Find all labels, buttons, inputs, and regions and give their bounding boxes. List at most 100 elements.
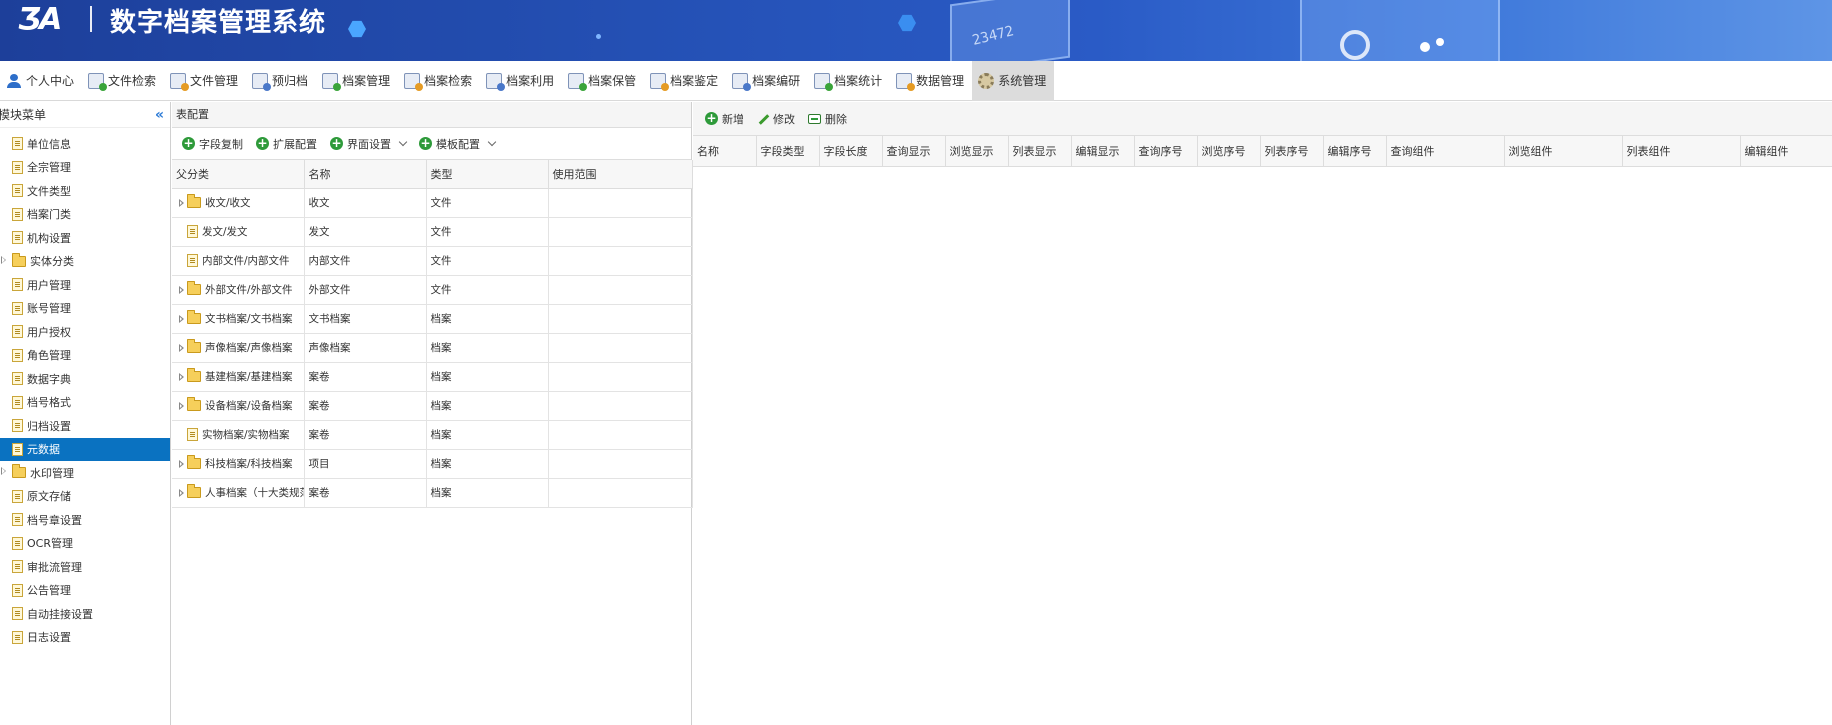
file-icon [12,325,23,339]
column-header[interactable]: 字段长度 [819,136,883,167]
column-header[interactable]: 编辑显示 [1071,136,1135,167]
column-header[interactable]: 使用范围 [548,160,693,189]
table-row[interactable]: 外部文件/外部文件 外部文件 文件 [172,275,693,305]
nav-item-11[interactable]: 数据管理 [890,61,972,101]
sidebar-item[interactable]: OCR管理 [0,532,170,556]
expand-arrow-icon[interactable] [176,459,186,469]
column-header[interactable]: 名称 [304,160,427,189]
nav-item-2[interactable]: 文件管理 [164,61,246,101]
nav-item-10[interactable]: 档案统计 [808,61,890,101]
nav-item-1[interactable]: 文件检索 [82,61,164,101]
file-icon [12,607,23,621]
column-header[interactable]: 名称 [693,136,757,167]
sidebar-item[interactable]: 元数据 [0,437,170,461]
nav-item-9[interactable]: 档案编研 [726,61,808,101]
column-header[interactable]: 查询组件 [1386,136,1505,167]
nav-item-6[interactable]: 档案利用 [480,61,562,101]
nav-item-8[interactable]: 档案鉴定 [644,61,726,101]
expand-arrow-icon[interactable] [176,198,186,208]
chevron-down-icon[interactable] [398,137,408,146]
table-row[interactable]: 设备档案/设备档案 案卷 档案 [172,391,693,421]
sidebar-item[interactable]: 水印管理 [0,461,170,485]
table-row[interactable]: 声像档案/声像档案 声像档案 档案 [172,333,693,363]
sidebar-item[interactable]: 原文存储 [0,485,170,509]
table-row[interactable]: 科技档案/科技档案 项目 档案 [172,449,693,479]
column-header[interactable]: 浏览组件 [1504,136,1623,167]
column-header[interactable]: 列表序号 [1260,136,1324,167]
toolbar-button-3[interactable]: + 模板配置 [419,136,497,152]
expand-arrow-icon[interactable] [176,372,186,382]
column-header[interactable]: 列表显示 [1008,136,1072,167]
sidebar-item[interactable]: 单位信息 [0,132,170,156]
column-header[interactable]: 浏览序号 [1197,136,1261,167]
expand-arrow-icon[interactable] [176,488,186,498]
sidebar-item[interactable]: 文件类型 [0,179,170,203]
sidebar-item[interactable]: 用户管理 [0,273,170,297]
file-icon [12,301,23,315]
sidebar-item[interactable]: 档案门类 [0,203,170,227]
sidebar-item[interactable]: 角色管理 [0,344,170,368]
cell-scope [548,246,693,276]
column-header[interactable]: 查询序号 [1134,136,1198,167]
column-header[interactable]: 编辑组件 [1740,136,1832,167]
sidebar-item[interactable]: 实体分类 [0,250,170,274]
chevron-down-icon[interactable] [487,137,497,146]
column-header[interactable]: 字段类型 [756,136,820,167]
toolbar-button-1[interactable]: + 扩展配置 [256,136,317,152]
table-row[interactable]: 基建档案/基建档案 案卷 档案 [172,362,693,392]
expand-arrow-icon[interactable] [1,467,6,475]
sidebar-item[interactable]: 公告管理 [0,579,170,603]
sidebar-item[interactable]: 全宗管理 [0,156,170,180]
table-row[interactable]: 实物档案/实物档案 案卷 档案 [172,420,693,450]
toolbar-button-0[interactable]: + 字段复制 [182,136,243,152]
table-row[interactable]: 发文/发文 发文 文件 [172,217,693,247]
file-icon [12,536,23,550]
table-row[interactable]: 人事档案（十大类规范）案卷档案 [172,478,693,508]
field-toolbar-button-0[interactable]: + 新增 [705,111,744,127]
expand-arrow-icon[interactable] [176,343,186,353]
sidebar-menu: 单位信息 全宗管理 文件类型 档案门类 机构设置 实体分类 用户管理 账号管理 用户授权 角色管理… [0,128,170,649]
toolbar-button-2[interactable]: + 界面设置 [330,136,408,152]
expand-arrow-icon[interactable] [1,255,6,264]
sidebar-item-label: 自动挂接设置 [27,607,93,621]
nav-item-4[interactable]: 档案管理 [316,61,398,101]
column-header[interactable]: 列表组件 [1622,136,1741,167]
sidebar-item-label: 档号格式 [27,396,71,410]
nav-item-7[interactable]: 档案保管 [562,61,644,101]
sidebar-item[interactable]: 日志设置 [0,626,170,650]
nav-item-3[interactable]: 预归档 [246,61,316,101]
file-icon [12,513,23,527]
cell-type: 档案 [426,304,549,334]
table-row[interactable]: 收文/收文 收文 文件 [172,188,693,218]
sidebar-item[interactable]: 审批流管理 [0,555,170,579]
collapse-icon[interactable]: « [155,107,164,123]
sidebar-item[interactable]: 用户授权 [0,320,170,344]
column-header[interactable]: 查询显示 [882,136,946,167]
sidebar-item[interactable]: 档号章设置 [0,508,170,532]
parent-label: 基建档案/基建档案 [205,371,293,383]
column-header[interactable]: 父分类 [172,160,305,189]
sidebar-item[interactable]: 档号格式 [0,391,170,415]
nav-item-0[interactable]: 个人中心 [0,61,82,101]
column-header[interactable]: 类型 [426,160,549,189]
field-toolbar-button-1[interactable]: 修改 [757,111,795,127]
field-toolbar-button-2[interactable]: 删除 [808,111,847,127]
table-row[interactable]: 文书档案/文书档案 文书档案 档案 [172,304,693,334]
expand-arrow-icon[interactable] [176,401,186,411]
nav-item-12[interactable]: 系统管理 [972,60,1055,101]
column-header[interactable]: 浏览显示 [945,136,1009,167]
field-grid: 名称 字段类型 字段长度 查询显示 浏览显示 列表显示 编辑显示 查询序号 浏览序号 列表序号 编辑… [693,136,1832,167]
nav-item-5[interactable]: 档案检索 [398,61,480,101]
sidebar-item[interactable]: 归档设置 [0,414,170,438]
sidebar-item[interactable]: 自动挂接设置 [0,602,170,626]
sidebar-item[interactable]: 账号管理 [0,297,170,321]
sidebar-item[interactable]: 机构设置 [0,226,170,250]
column-header[interactable]: 编辑序号 [1323,136,1387,167]
expand-arrow-icon[interactable] [176,314,186,324]
sidebar-item[interactable]: 数据字典 [0,367,170,391]
expand-arrow-icon[interactable] [176,285,186,295]
cell-scope [548,217,693,247]
table-row[interactable]: 内部文件/内部文件 内部文件 文件 [172,246,693,276]
file-icon [12,419,23,433]
